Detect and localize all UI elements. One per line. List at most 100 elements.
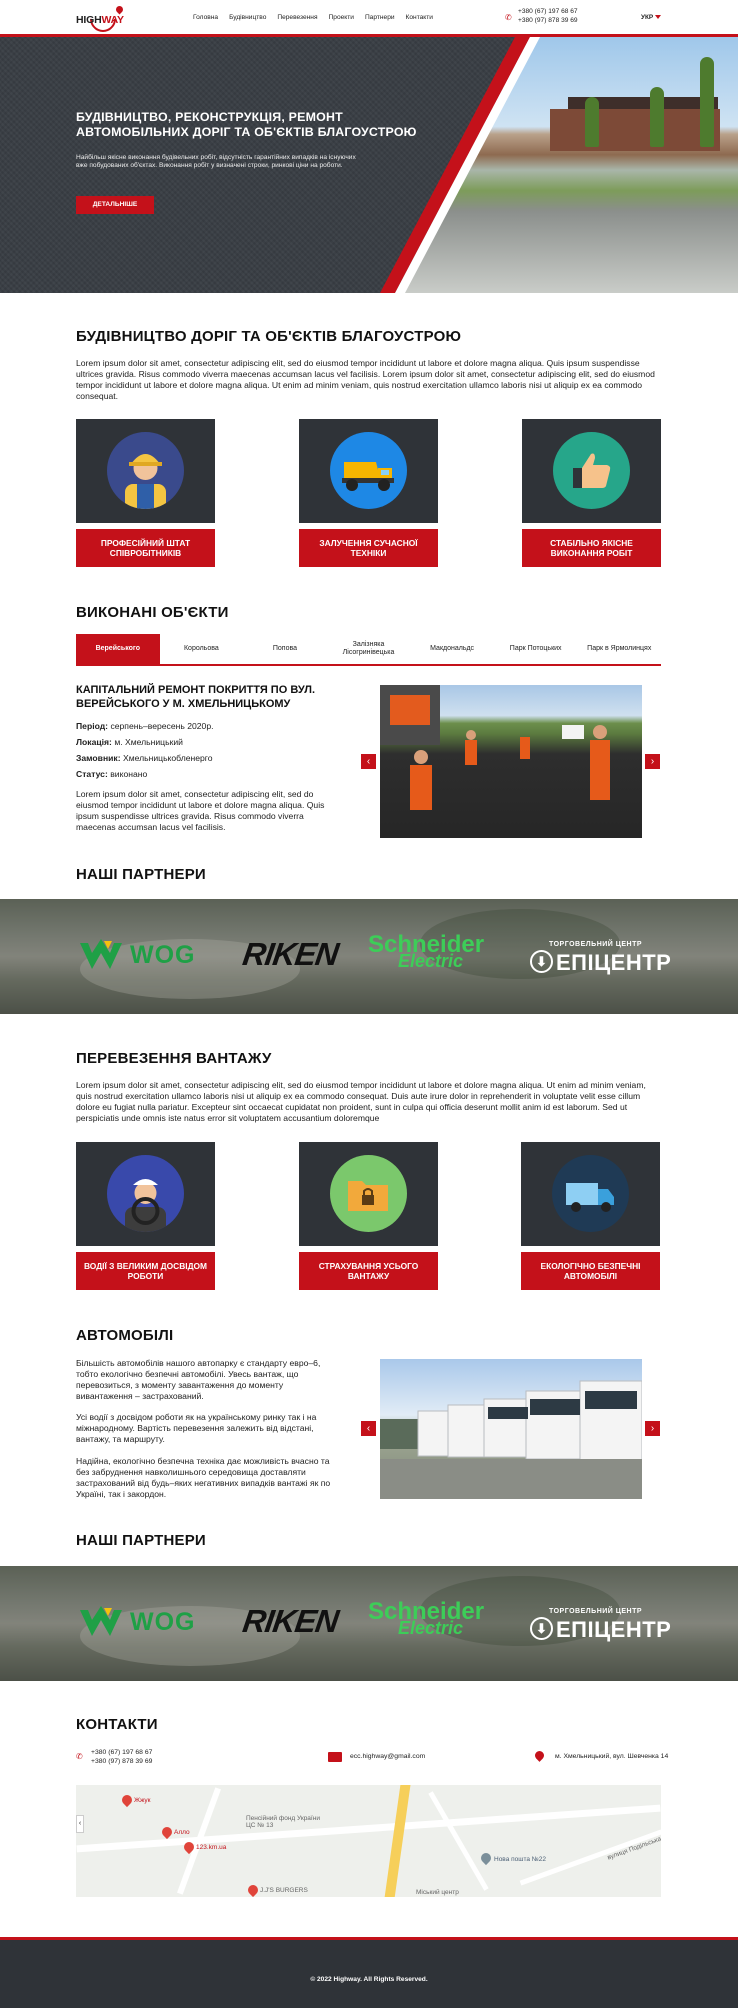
contacts-title: КОНТАКТИ — [76, 1716, 158, 1733]
prev-arrow-icon[interactable]: ‹ — [361, 754, 376, 769]
cars-text-3: Надійна, екологічно безпечна техніка дає… — [76, 1456, 331, 1499]
contact-phone-2[interactable]: +380 (97) 878 39 69 — [91, 1758, 152, 1767]
epicentr-badge-icon: ⬇ — [530, 950, 553, 973]
email-icon — [328, 1752, 342, 1762]
feature-card-equipment: ЗАЛУЧЕННЯ СУЧАСНОЇ ТЕХНІКИ — [299, 419, 438, 569]
partner-wog[interactable]: WOG — [130, 1608, 196, 1637]
nav-home[interactable]: Головна — [193, 14, 218, 21]
logo-text: HIGHWAY — [76, 14, 124, 26]
page: HIGHWAY Головна Будівництво Перевезення … — [0, 0, 738, 2008]
map-label: Пенсійний фонд України ЦС № 13 — [246, 1815, 320, 1829]
chevron-down-icon — [655, 15, 662, 20]
tab-park-potockykh[interactable]: Парк Потоцьких — [494, 634, 578, 664]
logo[interactable]: HIGHWAY — [76, 0, 130, 38]
feature-label: СТРАХУВАННЯ УСЬОГО ВАНТАЖУ — [299, 1252, 438, 1290]
main-nav: Головна Будівництво Перевезення Проекти … — [193, 14, 433, 21]
map-label: Нова пошта №22 — [494, 1856, 546, 1863]
partner-riken[interactable]: RIKEN — [240, 936, 341, 973]
project-status: Статус: виконано — [76, 769, 148, 779]
wog-logo-icon — [80, 939, 122, 969]
cars-text-1: Більшість автомобілів нашого автопарку є… — [76, 1358, 321, 1401]
project-location: Локація: м. Хмельницький — [76, 737, 183, 747]
feature-card-eco: ЕКОЛОГІЧНО БЕЗПЕЧНІ АВТОМОБІЛІ — [521, 1142, 660, 1292]
location-pin-icon — [533, 1749, 546, 1762]
feature-card-quality: СТАБІЛЬНО ЯКІСНЕ ВИКОНАННЯ РОБІТ — [522, 419, 661, 569]
prev-arrow-icon[interactable]: ‹ — [361, 1421, 376, 1436]
feature-label: ПРОФЕСІЙНИЙ ШТАТ СПІВРОБІТНИКІВ — [76, 529, 215, 567]
feature-card-insurance: СТРАХУВАННЯ УСЬОГО ВАНТАЖУ — [299, 1142, 438, 1292]
hero-title: БУДІВНИЦТВО, РЕКОНСТРУКЦІЯ, РЕМОНТ АВТОМ… — [76, 110, 417, 139]
feature-label: ЕКОЛОГІЧНО БЕЗПЕЧНІ АВТОМОБІЛІ — [521, 1252, 660, 1290]
contacts-map[interactable]: Жжук Алло 123.km.ua Пенсійний фонд Украї… — [76, 1785, 661, 1897]
contact-address: м. Хмельницький, вул. Шевченка 14 — [555, 1753, 669, 1760]
map-label: Алло — [174, 1829, 190, 1836]
header-phone-2[interactable]: +380 (97) 878 39 69 — [518, 17, 578, 24]
partners-title: НАШІ ПАРТНЕРИ — [76, 866, 206, 883]
phone-icon: ✆ — [505, 13, 512, 22]
partner-epicentr[interactable]: ТОРГОВЕЛЬНИЙ ЦЕНТР ⬇ ЕПІЦЕНТР — [530, 941, 671, 977]
tab-mcdonalds[interactable]: Макдональдс — [410, 634, 494, 664]
nav-partners[interactable]: Партнери — [365, 14, 395, 21]
language-select[interactable]: УКР — [641, 14, 662, 21]
tab-park-yarmolyntsi[interactable]: Парк в Ярмолинцях — [577, 634, 661, 664]
cars-title: АВТОМОБІЛІ — [76, 1327, 174, 1344]
worker-icon — [107, 432, 184, 509]
contact-email[interactable]: ecc.highway@gmail.com — [350, 1753, 425, 1760]
contact-phone-1[interactable]: +380 (67) 197 68 67 — [91, 1749, 152, 1758]
tab-popova[interactable]: Попова — [243, 634, 327, 664]
map-label: 123.km.ua — [196, 1844, 227, 1851]
nav-contacts[interactable]: Контакти — [406, 14, 433, 21]
map-label: Міський центр — [416, 1889, 459, 1896]
projects-title: ВИКОНАНІ ОБ'ЄКТИ — [76, 604, 229, 621]
details-button[interactable]: ДЕТАЛЬНІШЕ — [76, 196, 154, 214]
map-pin-icon[interactable] — [119, 1792, 135, 1808]
map-pin-icon[interactable] — [159, 1824, 175, 1840]
partner-wog[interactable]: WOG — [130, 941, 196, 970]
construction-title: БУДІВНИЦТВО ДОРІГ ТА ОБ'ЄКТІВ БЛАГОУСТРО… — [76, 328, 462, 345]
wog-logo-icon — [80, 1606, 122, 1636]
feature-card-drivers: ВОДІЇ З ВЕЛИКИМ ДОСВІДОМ РОБОТИ — [76, 1142, 215, 1292]
partners-strip: WOG RIKEN Schneider Electric ТОРГОВЕЛЬНИЙ… — [0, 899, 738, 1014]
nav-transport[interactable]: Перевезення — [277, 14, 317, 21]
next-arrow-icon[interactable]: › — [645, 1421, 660, 1436]
cars-photo — [380, 1359, 642, 1499]
partner-schneider[interactable]: Schneider Electric — [368, 931, 484, 972]
partners-title-2: НАШІ ПАРТНЕРИ — [76, 1532, 206, 1549]
project-tabs: Верейського Корольова Попова Залізняка Л… — [76, 634, 661, 666]
tab-vereiskoho[interactable]: Верейського — [76, 634, 160, 664]
map-collapse-button[interactable]: ‹ — [76, 1815, 84, 1833]
next-arrow-icon[interactable]: › — [645, 754, 660, 769]
map-label: Жжук — [134, 1797, 151, 1804]
project-title: КАПІТАЛЬНИЙ РЕМОНТ ПОКРИТТЯ ПО ВУЛ. ВЕРЕ… — [76, 684, 316, 710]
feature-label: СТАБІЛЬНО ЯКІСНЕ ВИКОНАННЯ РОБІТ — [522, 529, 661, 567]
logo-pin-icon — [114, 4, 125, 15]
partner-riken[interactable]: RIKEN — [240, 1603, 341, 1640]
map-label: J.J'S BURGERS — [260, 1887, 308, 1894]
header-phone-1[interactable]: +380 (67) 197 68 67 — [518, 8, 578, 15]
driver-icon — [107, 1155, 184, 1232]
contact-phones[interactable]: +380 (67) 197 68 67 +380 (97) 878 39 69 — [91, 1749, 152, 1766]
epicentr-badge-icon: ⬇ — [530, 1617, 553, 1640]
partner-epicentr[interactable]: ТОРГОВЕЛЬНИЙ ЦЕНТР ⬇ ЕПІЦЕНТР — [530, 1608, 671, 1644]
nav-construction[interactable]: Будівництво — [229, 14, 266, 21]
phone-icon: ✆ — [76, 1752, 83, 1761]
site-footer: © 2022 Highway. All Rights Reserved. — [0, 1937, 738, 2008]
project-text: Lorem ipsum dolor sit amet, consectetur … — [76, 789, 325, 832]
project-client: Замовник: Хмельницькобленерго — [76, 753, 213, 763]
project-photo — [380, 685, 642, 838]
site-header: HIGHWAY Головна Будівництво Перевезення … — [0, 0, 738, 38]
map-pin-icon[interactable] — [245, 1882, 261, 1897]
truck-icon — [552, 1155, 629, 1232]
copyright: © 2022 Highway. All Rights Reserved. — [310, 1976, 428, 1983]
feature-label: ВОДІЇ З ВЕЛИКИМ ДОСВІДОМ РОБОТИ — [76, 1252, 215, 1290]
nav-projects[interactable]: Проекти — [329, 14, 354, 21]
map-pin-icon[interactable] — [478, 1850, 494, 1866]
tab-zalizniaka[interactable]: Залізняка Лісогринівецька — [327, 634, 411, 664]
tab-korolova[interactable]: Корольова — [160, 634, 244, 664]
cars-text-2: Усі водії з досвідом роботи як на україн… — [76, 1412, 317, 1444]
hero-subtitle: Найбільш якісне виконання будівельних ро… — [76, 154, 356, 169]
partner-schneider[interactable]: Schneider Electric — [368, 1598, 484, 1639]
thumbs-up-icon — [553, 432, 630, 509]
feature-card-staff: ПРОФЕСІЙНИЙ ШТАТ СПІВРОБІТНИКІВ — [76, 419, 215, 569]
language-label: УКР — [641, 14, 654, 21]
